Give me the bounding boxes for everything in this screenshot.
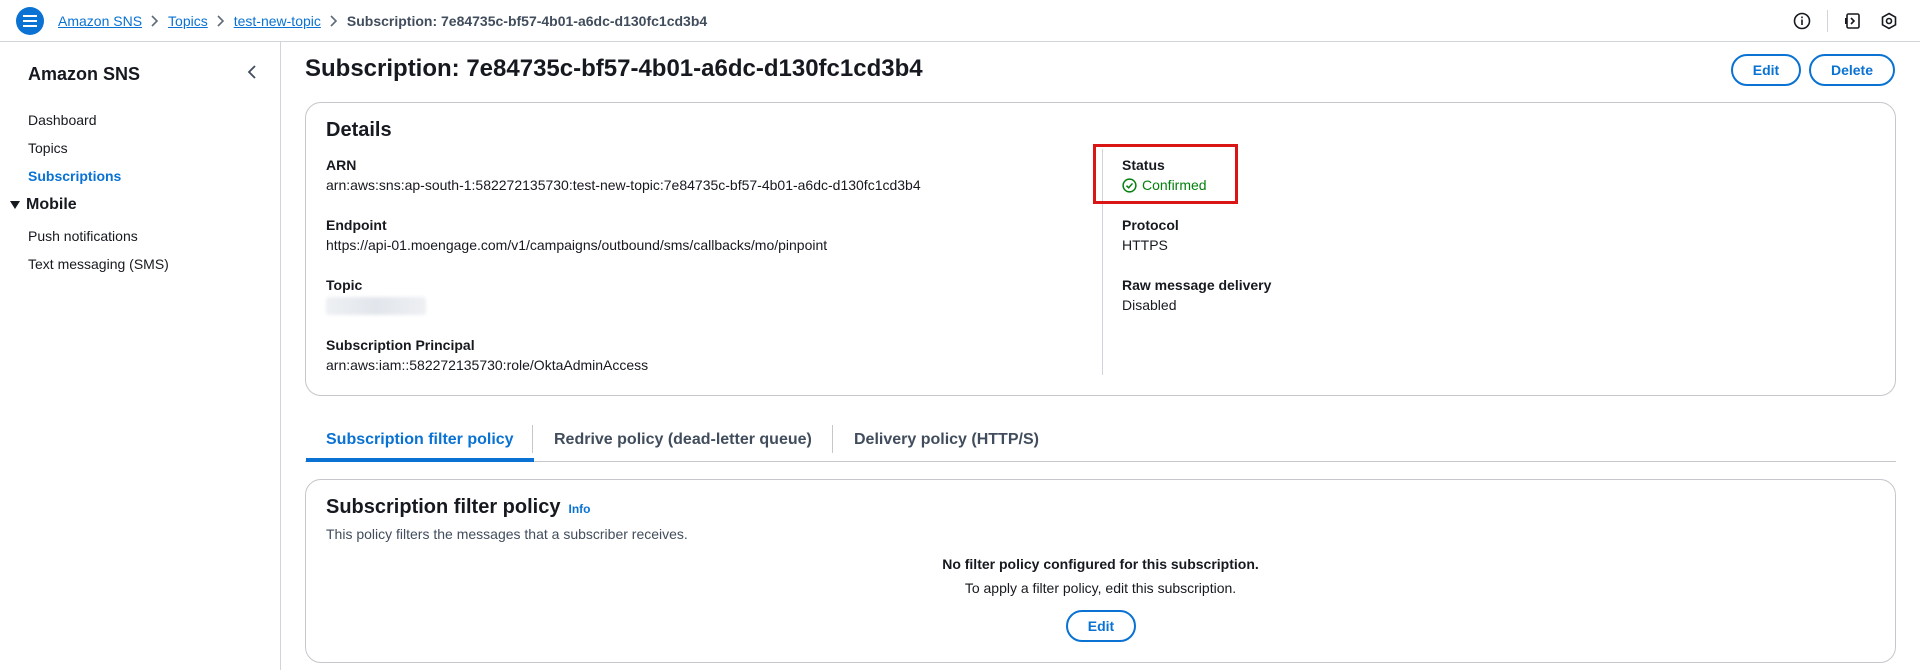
sidebar-section-label: Mobile — [26, 196, 77, 213]
breadcrumb-amazon-sns[interactable]: Amazon SNS — [58, 13, 142, 29]
topic-value-redacted — [326, 297, 426, 315]
edit-button[interactable]: Edit — [1731, 54, 1801, 86]
arn-value: arn:aws:sns:ap-south-1:582272135730:test… — [326, 177, 921, 193]
edit-filter-button[interactable]: Edit — [1066, 610, 1136, 642]
chevron-right-icon — [142, 15, 168, 27]
topic-label: Topic — [326, 277, 363, 293]
tab-delivery-policy[interactable]: Delivery policy (HTTP/S) — [834, 420, 1059, 462]
empty-state-subtitle: To apply a filter policy, edit this subs… — [964, 580, 1237, 596]
info-icon[interactable] — [1791, 10, 1813, 32]
breadcrumb-topics[interactable]: Topics — [168, 13, 208, 29]
sidebar-item-topics[interactable]: Topics — [28, 134, 121, 162]
tab-divider — [532, 425, 533, 453]
principal-value: arn:aws:iam::582272135730:role/OktaAdmin… — [326, 357, 649, 373]
page-title: Subscription: 7e84735c-bf57-4b01-a6dc-d1… — [305, 55, 923, 82]
tab-subscription-filter-policy[interactable]: Subscription filter policy — [306, 420, 534, 462]
settings-icon[interactable] — [1878, 10, 1900, 32]
arn-label: ARN — [326, 157, 357, 173]
sidebar-title[interactable]: Amazon SNS — [28, 64, 140, 85]
sidebar-mobile-list: Push notifications Text messaging (SMS) — [28, 222, 169, 278]
chevron-right-icon — [208, 15, 234, 27]
breadcrumb-current: Subscription: 7e84735c-bf57-4b01-a6dc-d1… — [346, 13, 708, 29]
protocol-label: Protocol — [1122, 217, 1179, 233]
filter-policy-heading: Subscription filter policy — [326, 496, 561, 518]
filter-policy-container: Subscription filter policy Info This pol… — [305, 479, 1896, 663]
sidebar-item-subscriptions[interactable]: Subscriptions — [28, 162, 121, 190]
delete-button[interactable]: Delete — [1809, 54, 1895, 86]
top-utility-icons — [1791, 0, 1900, 42]
protocol-value: HTTPS — [1122, 237, 1168, 253]
empty-state-title: No filter policy configured for this sub… — [942, 556, 1259, 572]
sidebar-list: Dashboard Topics Subscriptions — [28, 106, 121, 190]
collapse-sidebar-button[interactable] — [242, 62, 262, 82]
side-navigation: Amazon SNS Dashboard Topics Subscription… — [0, 42, 281, 670]
top-navigation-bar: Amazon SNS Topics test-new-topic Subscri… — [0, 0, 1920, 42]
filter-policy-description: This policy filters the messages that a … — [326, 526, 688, 542]
chevron-right-icon — [321, 15, 347, 27]
breadcrumb-topic[interactable]: test-new-topic — [234, 13, 321, 29]
filter-policy-heading-row: Subscription filter policy Info — [326, 496, 590, 519]
raw-delivery-label: Raw message delivery — [1122, 277, 1272, 293]
menu-button[interactable] — [16, 7, 44, 35]
info-link[interactable]: Info — [568, 502, 590, 516]
panel-toggle-icon[interactable] — [1842, 10, 1864, 32]
toolbar-divider — [1827, 10, 1828, 32]
hamburger-icon — [23, 15, 37, 27]
principal-label: Subscription Principal — [326, 337, 475, 353]
raw-delivery-value: Disabled — [1122, 297, 1177, 313]
sidebar-section-mobile[interactable]: Mobile — [10, 196, 77, 214]
status-highlight-box — [1093, 144, 1238, 204]
tab-redrive-policy[interactable]: Redrive policy (dead-letter queue) — [534, 420, 832, 462]
tab-divider — [832, 425, 833, 453]
endpoint-label: Endpoint — [326, 217, 387, 233]
sidebar-item-text-messaging[interactable]: Text messaging (SMS) — [28, 250, 169, 278]
breadcrumb: Amazon SNS Topics test-new-topic Subscri… — [58, 0, 707, 42]
caret-down-icon — [10, 201, 20, 209]
chevron-left-icon — [247, 65, 256, 79]
details-heading: Details — [326, 119, 392, 141]
sidebar-item-push-notifications[interactable]: Push notifications — [28, 222, 169, 250]
sidebar-item-dashboard[interactable]: Dashboard — [28, 106, 121, 134]
policy-tabs: Subscription filter policy Redrive polic… — [305, 420, 1896, 462]
endpoint-value: https://api-01.moengage.com/v1/campaigns… — [326, 237, 828, 253]
